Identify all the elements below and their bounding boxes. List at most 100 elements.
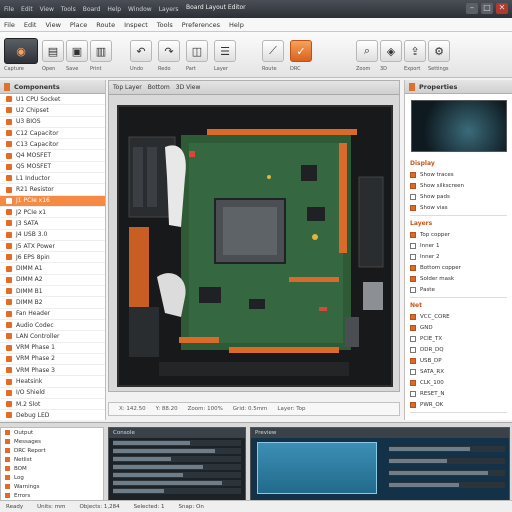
output-list-item[interactable]: DRC Report xyxy=(1,446,103,455)
checkbox[interactable] xyxy=(410,204,416,211)
checkbox[interactable] xyxy=(410,231,416,238)
tree-item[interactable]: U2 Chipset xyxy=(0,105,105,117)
tree-item[interactable]: J1 PCIe x16 xyxy=(0,195,105,207)
title-menu-window[interactable]: Window xyxy=(128,6,152,13)
property-row[interactable]: RESET_N xyxy=(405,388,512,399)
output-list-item[interactable]: Netlist xyxy=(1,455,103,464)
grid-readout[interactable]: Grid: 0.5mm xyxy=(233,406,268,412)
property-row[interactable]: SATA_RX xyxy=(405,366,512,377)
property-row[interactable]: CLK_100 xyxy=(405,377,512,388)
property-row[interactable]: GND xyxy=(405,322,512,333)
output-list-item[interactable]: Log xyxy=(1,473,103,482)
checkbox[interactable] xyxy=(410,390,416,397)
property-row[interactable]: DDR_DQ xyxy=(405,344,512,355)
title-menu-layers[interactable]: Layers xyxy=(159,6,179,13)
menu-preferences[interactable]: Preferences xyxy=(182,21,220,29)
title-menu-view[interactable]: View xyxy=(40,6,54,13)
tree-item[interactable]: Fan Header xyxy=(0,309,105,320)
output-list-item[interactable]: BOM xyxy=(1,464,103,473)
tree-item[interactable]: VRM Phase 2 xyxy=(0,354,105,366)
tab-3d-view[interactable]: 3D View xyxy=(176,84,201,91)
tree-item[interactable]: Heatsink xyxy=(0,376,105,388)
property-row[interactable]: PWR_OK xyxy=(405,399,512,410)
tree-item[interactable]: U1 CPU Socket xyxy=(0,94,105,106)
tree-item[interactable]: VRM Phase 1 xyxy=(0,343,105,354)
tree-item[interactable]: J3 SATA xyxy=(0,218,105,230)
tree-item[interactable]: Debug LED xyxy=(0,410,105,422)
output-list-item[interactable]: Errors xyxy=(1,491,103,500)
minimize-button[interactable]: – xyxy=(466,3,478,14)
checkbox[interactable] xyxy=(410,275,416,282)
property-row[interactable]: Show vias xyxy=(405,202,512,213)
checkbox[interactable] xyxy=(410,171,416,178)
property-row[interactable]: Show traces xyxy=(405,169,512,180)
tree-item[interactable]: I/O Shield xyxy=(0,388,105,400)
output-list-item[interactable]: Warnings xyxy=(1,482,103,491)
tab-bottom[interactable]: Bottom xyxy=(148,84,170,91)
tree-item[interactable]: DIMM A1 xyxy=(0,263,105,275)
tree-item[interactable]: J4 USB 3.0 xyxy=(0,230,105,241)
tree-item[interactable]: C13 Capacitor xyxy=(0,139,105,151)
board-canvas[interactable] xyxy=(117,105,393,387)
checkbox[interactable] xyxy=(410,324,416,331)
tree-item[interactable]: U3 BIOS xyxy=(0,117,105,128)
checkbox[interactable] xyxy=(410,379,416,386)
property-row[interactable]: Show silkscreen xyxy=(405,180,512,191)
output-list-item[interactable]: Messages xyxy=(1,437,103,446)
property-row[interactable]: VCC_CORE xyxy=(405,311,512,322)
checkbox[interactable] xyxy=(410,346,416,353)
title-menu-tools[interactable]: Tools xyxy=(61,6,76,13)
zoom-button[interactable]: ⌕ xyxy=(356,40,378,62)
tree-item[interactable]: J2 PCIe x1 xyxy=(0,207,105,219)
tree-item[interactable]: J6 EPS 8pin xyxy=(0,252,105,264)
undo-button[interactable]: ↶ xyxy=(130,40,152,62)
menu-tools[interactable]: Tools xyxy=(157,21,173,29)
3d-button[interactable]: ◈ xyxy=(380,40,402,62)
checkbox[interactable] xyxy=(410,357,416,364)
property-row[interactable]: Inner 1 xyxy=(405,240,512,251)
property-row[interactable]: Bottom copper xyxy=(405,262,512,273)
menu-view[interactable]: View xyxy=(45,21,60,29)
checkbox[interactable] xyxy=(410,242,416,249)
drc-button[interactable]: ✓ xyxy=(290,40,312,62)
open-button[interactable]: ▤ xyxy=(42,40,64,62)
property-row[interactable]: Solder mask xyxy=(405,273,512,284)
close-button[interactable]: ✕ xyxy=(496,3,508,14)
property-row[interactable]: Paste xyxy=(405,284,512,295)
preview-panel[interactable]: Preview xyxy=(250,427,510,507)
menu-edit[interactable]: Edit xyxy=(24,21,37,29)
menu-place[interactable]: Place xyxy=(70,21,87,29)
menu-file[interactable]: File xyxy=(4,21,15,29)
redo-button[interactable]: ↷ xyxy=(158,40,180,62)
part-button[interactable]: ◫ xyxy=(186,40,208,62)
title-menu-help[interactable]: Help xyxy=(107,6,121,13)
board-preview-thumbnail[interactable] xyxy=(411,100,507,152)
zoom-readout[interactable]: Zoom: 100% xyxy=(188,406,223,412)
tree-item[interactable]: DIMM A2 xyxy=(0,275,105,287)
menu-route[interactable]: Route xyxy=(96,21,115,29)
tree-item[interactable]: LAN Controller xyxy=(0,331,105,343)
property-row[interactable]: Top copper xyxy=(405,229,512,240)
menu-inspect[interactable]: Inspect xyxy=(124,21,148,29)
tree-item[interactable]: DIMM B2 xyxy=(0,297,105,309)
menu-help[interactable]: Help xyxy=(229,21,244,29)
layer-readout[interactable]: Layer: Top xyxy=(277,406,305,412)
tree-item[interactable]: C12 Capacitor xyxy=(0,128,105,140)
route-button[interactable]: ⟋ xyxy=(262,40,284,62)
property-row[interactable]: USB_DP xyxy=(405,355,512,366)
output-list-item[interactable]: Output xyxy=(1,428,103,437)
tree-item[interactable]: VRM Phase 3 xyxy=(0,365,105,377)
checkbox[interactable] xyxy=(410,253,416,260)
maximize-button[interactable]: □ xyxy=(481,3,493,14)
print-button[interactable]: ▥ xyxy=(90,40,112,62)
layer-button[interactable]: ☰ xyxy=(214,40,236,62)
tree-item[interactable]: J5 ATX Power xyxy=(0,241,105,253)
export-button[interactable]: ⇪ xyxy=(404,40,426,62)
property-row[interactable]: Inner 2 xyxy=(405,251,512,262)
tab-top-layer[interactable]: Top Layer xyxy=(113,84,142,91)
title-menu-board[interactable]: Board xyxy=(83,6,101,13)
checkbox[interactable] xyxy=(410,401,416,408)
tree-item[interactable]: Q5 MOSFET xyxy=(0,162,105,174)
capture-button[interactable]: ◉ xyxy=(4,38,38,64)
property-row[interactable]: PCIE_TX xyxy=(405,333,512,344)
